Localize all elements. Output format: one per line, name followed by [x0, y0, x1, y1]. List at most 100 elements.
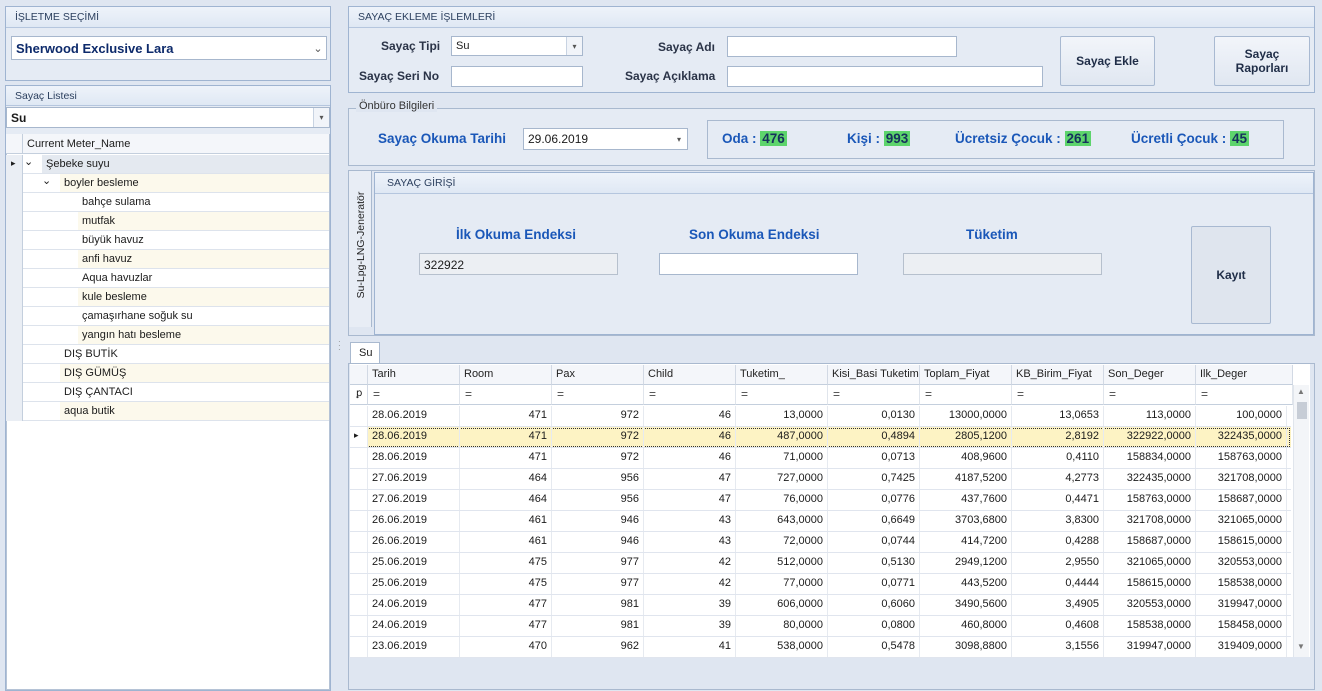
splitter-grip[interactable]: · · ·: [338, 338, 344, 356]
table-row[interactable]: 28.06.2019 471 972 46 13,0000 0,0130 13000,000…: [350, 406, 1291, 427]
table-cell: 443,5200: [920, 574, 1012, 594]
table-row[interactable]: 26.06.2019 461 946 43 643,0000 0,6649 3703,680…: [350, 511, 1291, 532]
meter-tree-row[interactable]: bahçe sulama: [6, 193, 329, 212]
table-cell: 4187,5200: [920, 469, 1012, 489]
serial-no-input[interactable]: [451, 66, 583, 87]
row-indicator: [350, 637, 368, 657]
scroll-down-icon[interactable]: ▼: [1297, 642, 1305, 651]
usage-input[interactable]: [903, 253, 1102, 275]
table-cell: 158538,0000: [1196, 574, 1287, 594]
table-cell: 727,0000: [736, 469, 828, 489]
meter-type-side-tab[interactable]: Su-Lpg-LNG-Jeneratör: [349, 171, 372, 327]
column-filter-cell[interactable]: =: [552, 385, 644, 405]
table-row[interactable]: 24.06.2019 477 981 39 606,0000 0,6060 3490,560…: [350, 595, 1291, 616]
column-header[interactable]: Tuketim_: [736, 365, 828, 385]
meter-tree-row[interactable]: Aqua havuzlar: [6, 269, 329, 288]
column-header[interactable]: Child: [644, 365, 736, 385]
column-header[interactable]: Room: [460, 365, 552, 385]
row-indicator: [350, 469, 368, 489]
meter-tree-row[interactable]: çamaşırhane soğuk su: [6, 307, 329, 326]
table-row[interactable]: 23.06.2019 470 962 41 538,0000 0,5478 3098,880…: [350, 637, 1291, 658]
column-filter-cell[interactable]: =: [644, 385, 736, 405]
column-filter-cell[interactable]: =: [460, 385, 552, 405]
scroll-up-icon[interactable]: ▲: [1297, 387, 1305, 396]
meter-tree-row[interactable]: yangın hatı besleme: [6, 326, 329, 345]
column-header[interactable]: KB_Birim_Fiyat: [1012, 365, 1104, 385]
row-indicator: ▸: [6, 155, 23, 174]
chevron-down-icon[interactable]: ▾: [671, 129, 687, 149]
last-reading-input[interactable]: [659, 253, 858, 275]
first-reading-input[interactable]: 322922: [419, 253, 618, 275]
table-cell: 27.06.2019: [368, 490, 460, 510]
paid-child-value: 45: [1230, 131, 1250, 146]
table-cell: 414,7200: [920, 532, 1012, 552]
reading-date-picker[interactable]: 29.06.2019 ▾: [523, 128, 688, 150]
meter-type-filter[interactable]: Su ▾: [6, 107, 330, 128]
column-header[interactable]: Ilk_Deger: [1196, 365, 1293, 385]
row-indicator: [6, 231, 23, 250]
column-filter-cell[interactable]: =: [368, 385, 460, 405]
meter-tree-row[interactable]: kule besleme: [6, 288, 329, 307]
meter-tree-row[interactable]: ⌄ boyler besleme: [6, 174, 329, 193]
column-filter-cell[interactable]: =: [736, 385, 828, 405]
reading-date-label: Sayaç Okuma Tarihi: [378, 131, 507, 146]
column-filter-cell[interactable]: =: [828, 385, 920, 405]
table-row[interactable]: 27.06.2019 464 956 47 76,0000 0,0776 437,7600 0…: [350, 490, 1291, 511]
paid-child-count: Ücretli Çocuk : 45: [1131, 131, 1250, 146]
table-row[interactable]: 25.06.2019 475 977 42 77,0000 0,0771 443,5200 0…: [350, 574, 1291, 595]
meter-desc-input[interactable]: [727, 66, 1043, 87]
meter-tree-row[interactable]: DIŞ GÜMÜŞ: [6, 364, 329, 383]
column-header[interactable]: Son_Deger: [1104, 365, 1196, 385]
business-panel-title: İŞLETME SEÇİMİ: [6, 7, 330, 28]
grid-tab-su[interactable]: Su: [350, 342, 380, 363]
chevron-down-icon[interactable]: ▾: [313, 108, 329, 127]
table-cell: 0,6649: [828, 511, 920, 531]
table-cell: 113,0000: [1104, 406, 1196, 426]
meter-tree-row[interactable]: DIŞ ÇANTACI: [6, 383, 329, 402]
business-select[interactable]: Sherwood Exclusive Lara ⌄: [11, 36, 327, 60]
grid-scrollbar[interactable]: ▲ ▼: [1293, 385, 1309, 657]
table-row[interactable]: 27.06.2019 464 956 47 727,0000 0,7425 4187,520…: [350, 469, 1291, 490]
column-header[interactable]: Kisi_Basi Tuketim: [828, 365, 920, 385]
meter-name-input[interactable]: [727, 36, 957, 57]
column-header[interactable]: Tarih: [368, 365, 460, 385]
meter-tree-row[interactable]: mutfak: [6, 212, 329, 231]
meter-reports-button[interactable]: Sayaç Raporları: [1214, 36, 1310, 86]
expand-icon[interactable]: ⌄: [42, 174, 51, 187]
save-button[interactable]: Kayıt: [1191, 226, 1271, 324]
table-cell: 946: [552, 532, 644, 552]
column-header[interactable]: Toplam_Fiyat: [920, 365, 1012, 385]
meter-tree-row[interactable]: ▸ ⌄ Şebeke suyu: [6, 155, 329, 174]
meter-tree-column-header: Current Meter_Name: [27, 138, 131, 150]
column-filter-cell[interactable]: =: [1012, 385, 1104, 405]
chevron-down-icon[interactable]: ⌄: [310, 37, 326, 59]
table-cell: 72,0000: [736, 532, 828, 552]
column-filter-cell[interactable]: =: [1104, 385, 1196, 405]
table-cell: 0,0744: [828, 532, 920, 552]
meter-type-select[interactable]: Su ▾: [451, 36, 583, 56]
meter-tree-header[interactable]: Current Meter_Name: [6, 134, 329, 154]
column-filter-cell[interactable]: =: [920, 385, 1012, 405]
table-row[interactable]: 28.06.2019 471 972 46 71,0000 0,0713 408,9600 0…: [350, 448, 1291, 469]
chevron-down-icon[interactable]: ▾: [566, 37, 582, 55]
table-cell: 47: [644, 469, 736, 489]
add-meter-button[interactable]: Sayaç Ekle: [1060, 36, 1155, 86]
table-cell: 470: [460, 637, 552, 657]
table-cell: 43: [644, 511, 736, 531]
meter-tree-row[interactable]: DIŞ BUTİK: [6, 345, 329, 364]
table-cell: 606,0000: [736, 595, 828, 615]
meter-tree-row[interactable]: anfi havuz: [6, 250, 329, 269]
table-row[interactable]: 24.06.2019 477 981 39 80,0000 0,0800 460,8000 0…: [350, 616, 1291, 637]
expand-icon[interactable]: ⌄: [24, 155, 33, 168]
table-row[interactable]: ▸ 28.06.2019 471 972 46 487,0000 0,4894 2805,12…: [350, 427, 1291, 448]
table-row[interactable]: 25.06.2019 475 977 42 512,0000 0,5130 2949,120…: [350, 553, 1291, 574]
column-filter-cell[interactable]: =: [1196, 385, 1293, 405]
business-panel: İŞLETME SEÇİMİ Sherwood Exclusive Lara ⌄: [5, 6, 331, 81]
filter-row-icon[interactable]: ꝑ: [350, 385, 368, 405]
meter-tree-row[interactable]: aqua butik: [6, 402, 329, 421]
meter-tree-row[interactable]: büyük havuz: [6, 231, 329, 250]
table-cell: 26.06.2019: [368, 511, 460, 531]
column-header[interactable]: Pax: [552, 365, 644, 385]
table-row[interactable]: 26.06.2019 461 946 43 72,0000 0,0744 414,7200 0…: [350, 532, 1291, 553]
scroll-thumb[interactable]: [1297, 402, 1307, 419]
